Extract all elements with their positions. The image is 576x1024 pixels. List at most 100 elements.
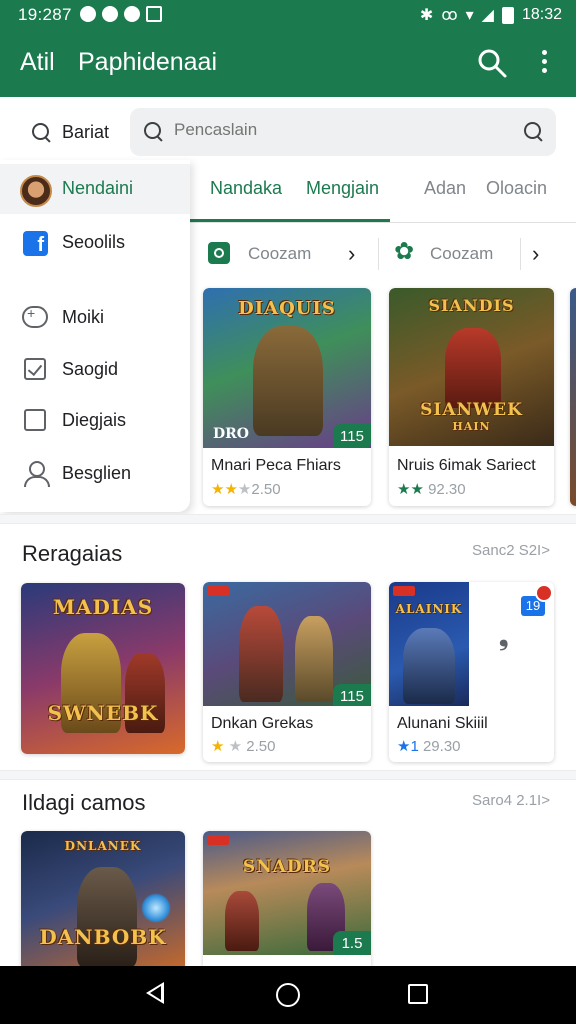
game-art-title: SIANDIS <box>428 296 515 315</box>
section-title: Ildagi camos <box>22 790 146 815</box>
section-more-link[interactable]: Sanc2 S2I> <box>472 542 550 559</box>
game-name: Nruis 6imak Sariect <box>397 457 536 474</box>
download-icon <box>124 6 140 22</box>
game-character <box>295 616 333 702</box>
tab-nandaka[interactable]: Nandaka <box>210 178 282 199</box>
star-icon: ★ <box>228 738 243 755</box>
game-card[interactable]: MADIAS SWNEBK <box>21 583 185 754</box>
gamepad-icon <box>22 305 48 328</box>
game-character <box>253 326 323 436</box>
tab-bar: Nandaka Mengjain Adan Oloacin <box>190 166 576 222</box>
drawer-item-label: Moiki <box>62 307 105 327</box>
square-icon <box>24 409 46 431</box>
tab-mengjain[interactable]: Mengjain <box>306 178 379 199</box>
tab-oloacin[interactable]: Oloacin <box>486 178 547 199</box>
bluetooth-icon: ✱ <box>419 7 434 24</box>
gear-icon: ✿ <box>394 238 415 265</box>
sale-tag <box>207 835 229 845</box>
drawer-item-moiki[interactable]: Moiki <box>0 293 190 343</box>
drawer-item-label: Saogid <box>62 359 119 379</box>
wifi-icon: ▾ <box>465 7 474 24</box>
game-art: DIAQUIS DRO 115 <box>203 288 371 448</box>
app-bar: Atil Paphidenaai <box>0 30 576 97</box>
tab-adan[interactable]: Adan <box>424 178 466 199</box>
game-card[interactable]: ALAINIK ❟ 19 Alunani Skiiil ★1 29.30 <box>389 582 554 762</box>
rating-value: 2.50 <box>246 738 276 755</box>
divider <box>190 222 576 223</box>
chevron-right-icon[interactable]: › <box>348 236 366 272</box>
system-nav-bar <box>0 966 576 1024</box>
star-icon: ★ <box>397 738 411 755</box>
chip-coozam-1[interactable]: Coozam <box>208 236 338 272</box>
shield-icon <box>102 6 118 22</box>
drawer-item-nendaini[interactable]: Nendaini <box>0 164 190 214</box>
price-badge: 1.5 <box>333 931 371 955</box>
game-card[interactable]: SNADRS 1.5 <box>203 831 371 971</box>
chip-coozam-2[interactable]: ✿ Coozam <box>394 236 514 272</box>
game-rating: ★★ 92.30 <box>397 480 466 498</box>
person-icon <box>24 461 50 487</box>
app-title: Paphidenaai <box>78 48 218 76</box>
sale-tag <box>207 586 229 596</box>
search-icon[interactable] <box>476 47 508 79</box>
game-card[interactable]: 115 Dnkan Grekas ★ ★ 2.50 <box>203 582 371 762</box>
home-icon[interactable] <box>276 983 300 1007</box>
drawer-item-seoolils[interactable]: f Seoolils <box>0 218 190 268</box>
game-rating: ★ ★ 2.50 <box>211 737 275 755</box>
game-art: DNLANEK DANBOBK <box>21 831 185 971</box>
game-card[interactable]: DNLANEK DANBOBK <box>21 831 185 971</box>
rating-value: 92.30 <box>428 481 466 498</box>
game-art-title: MADIAS <box>52 595 154 619</box>
magic-glow <box>141 893 171 923</box>
more-vert-icon[interactable] <box>530 46 558 80</box>
game-art-subtitle: DRO <box>213 426 249 442</box>
rating-value: 29.30 <box>422 738 461 755</box>
search-input[interactable] <box>174 120 474 140</box>
checkbox-icon <box>24 358 46 380</box>
game-rating: ★1 29.30 <box>397 738 461 755</box>
game-name: Alunani Skiiil <box>397 715 488 732</box>
game-name: Dnkan Grekas <box>211 715 314 732</box>
status-notification-icons <box>80 6 162 22</box>
navigation-drawer: Nendaini f Seoolils Moiki Saogid Diegjai… <box>0 160 190 512</box>
game-art-title: ALAINIK <box>395 602 463 616</box>
status-system-icons: ✱ ꝏ ▾ ◢ 18:32 <box>420 5 562 25</box>
vibrate-icon: ꝏ <box>441 7 458 24</box>
game-art: MADIAS SWNEBK <box>21 583 185 754</box>
game-art-title: DNLANEK <box>64 839 142 853</box>
game-art-title: SNADRS <box>242 857 332 877</box>
game-character <box>445 328 501 408</box>
game-art: SIANDIS SIANWEK HAIN <box>389 288 554 446</box>
notification-dot <box>535 584 553 602</box>
status-time: 19:287 <box>18 5 72 24</box>
price-badge: 115 <box>333 424 371 448</box>
divider <box>520 238 521 270</box>
search-bar[interactable] <box>130 108 556 156</box>
back-icon[interactable] <box>146 982 164 1004</box>
info-icon <box>80 6 96 22</box>
drawer-item-diegjais[interactable]: Diegjais <box>0 396 190 446</box>
game-character <box>239 606 283 702</box>
game-card[interactable]: SIANDIS SIANWEK HAIN Nruis 6imak Sariect… <box>389 288 554 506</box>
section-more-link[interactable]: Saro4 2.1I> <box>472 792 550 809</box>
search-icon <box>144 122 164 142</box>
drawer-item-besglien[interactable]: Besglien <box>0 449 190 499</box>
search-submit-icon[interactable] <box>524 122 544 142</box>
battery-icon <box>501 6 514 24</box>
section-divider <box>0 514 576 524</box>
game-card[interactable]: DIAQUIS DRO 115 Mnari Peca Fhiars ★★★2.5… <box>203 288 371 506</box>
drawer-item-saogid[interactable]: Saogid <box>0 345 190 395</box>
avatar <box>20 175 52 207</box>
drawer-item-label: Diegjais <box>62 410 127 430</box>
chevron-right-icon[interactable]: › <box>532 236 550 272</box>
recents-icon[interactable] <box>408 984 428 1004</box>
game-art-subtitle: SWNEBK <box>47 701 159 725</box>
loading-icon: ❟ <box>499 624 509 651</box>
screen: 19:287 ✱ ꝏ ▾ ◢ 18:32 Atil Paphidenaai Ba… <box>0 0 576 1024</box>
game-card-peek[interactable] <box>570 288 576 506</box>
facebook-icon: f <box>23 231 48 256</box>
search-icon <box>32 123 52 143</box>
status-bar: 19:287 ✱ ꝏ ▾ ◢ 18:32 <box>0 0 576 30</box>
drawer-search[interactable]: Bariat <box>20 112 130 154</box>
app-brand[interactable]: Atil <box>20 48 55 77</box>
